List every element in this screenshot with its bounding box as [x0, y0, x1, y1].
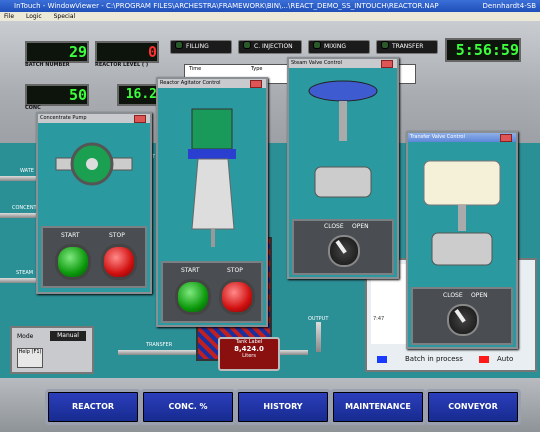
- steam-open-label: OPEN: [352, 223, 369, 230]
- indicator-light-icon: [381, 41, 389, 49]
- nav-reactor-button[interactable]: REACTOR: [45, 389, 141, 425]
- batch-legend-swatch: [377, 356, 387, 363]
- menu-file[interactable]: File: [4, 13, 14, 20]
- tank-readout: Tank Label 8,424.0 Liters: [218, 337, 280, 371]
- nav-conveyor-button[interactable]: CONVEYOR: [425, 389, 521, 425]
- transfer-valve-icon: [423, 160, 501, 266]
- menu-bar: File Logic Special: [0, 12, 540, 21]
- water-label: WATE: [20, 168, 34, 174]
- close-icon[interactable]: [381, 60, 393, 68]
- trend-time-label: 7:47: [373, 316, 385, 322]
- reactor-level-label: REACTOR LEVEL ( ): [95, 62, 149, 68]
- agitator-button-box: START STOP: [161, 261, 263, 323]
- pump-stop-label: STOP: [109, 232, 125, 239]
- conc-label: CONC: [25, 105, 41, 111]
- tank-value: 8,424.0: [234, 345, 264, 353]
- auto-legend-swatch: [479, 356, 489, 363]
- pump-stop-button[interactable]: [101, 244, 137, 280]
- transfer-valve-button-box: CLOSE OPEN: [411, 287, 513, 345]
- indicator-light-icon: [243, 41, 251, 49]
- menu-logic[interactable]: Logic: [26, 13, 42, 20]
- pump-icon: [55, 142, 133, 186]
- mode-panel: Mode Manual Help (F1): [10, 326, 94, 374]
- agitator-motor-icon: [188, 108, 236, 247]
- close-icon[interactable]: [500, 134, 512, 142]
- mode-label: Mode: [17, 333, 34, 340]
- indicator-c-injection: C. INJECTION: [238, 40, 302, 54]
- batch-legend-label: Batch in process: [405, 355, 463, 363]
- agitator-start-button[interactable]: [175, 279, 211, 315]
- batch-number-label: BATCH NUMBER: [25, 62, 70, 68]
- window-title: InTouch - WindowViewer - C:\PROGRAM FILE…: [14, 2, 439, 10]
- indicator-transfer: TRANSFER: [376, 40, 438, 54]
- steam-valve-popup[interactable]: Steam Valve Control CLOSE OPEN: [287, 57, 399, 279]
- indicator-mixing: MIXING: [308, 40, 370, 54]
- alarm-header-time: Time: [189, 66, 202, 72]
- indicator-light-icon: [175, 41, 183, 49]
- transfer-open-label: OPEN: [471, 292, 488, 299]
- concentrate-pipe: [0, 213, 40, 218]
- auto-legend-label: Auto: [497, 355, 514, 363]
- steam-valve-dial[interactable]: [328, 235, 360, 267]
- close-icon[interactable]: [250, 80, 262, 88]
- water-pipe: [0, 176, 40, 181]
- agitator-start-label: START: [181, 267, 200, 274]
- nav-history-button[interactable]: HISTORY: [235, 389, 331, 425]
- agitator-stop-label: STOP: [227, 267, 243, 274]
- help-button[interactable]: Help (F1): [17, 348, 43, 368]
- batch-number-display: 29: [25, 41, 89, 63]
- mode-value[interactable]: Manual: [50, 331, 86, 341]
- steam-label: STEAM: [16, 270, 34, 276]
- clock-display: 5:56:59: [445, 38, 521, 62]
- agitator-stop-button[interactable]: [219, 279, 255, 315]
- window-right-text: Dennhardt4-SB: [482, 2, 536, 10]
- reactor-level-display: 0: [95, 41, 159, 63]
- steam-close-label: CLOSE: [324, 223, 344, 230]
- secondary-display: 16.2: [117, 84, 159, 106]
- pump-start-button[interactable]: [55, 244, 91, 280]
- alarm-header-type: Type: [251, 66, 263, 72]
- concentrate-label: CONCENT: [12, 205, 37, 211]
- transfer-label: TRANSFER: [146, 342, 173, 348]
- nav-conc-button[interactable]: CONC. %: [140, 389, 236, 425]
- pump-start-label: START: [61, 232, 80, 239]
- tank-unit: Liters: [242, 353, 256, 359]
- conc-display: 50: [25, 84, 89, 106]
- output-pipe: [316, 322, 321, 352]
- transfer-close-label: CLOSE: [443, 292, 463, 299]
- pump-button-box: START STOP: [41, 226, 147, 288]
- steam-valve-icon: [308, 80, 378, 198]
- window-title-bar: InTouch - WindowViewer - C:\PROGRAM FILE…: [0, 0, 540, 12]
- nav-maintenance-button[interactable]: MAINTENANCE: [330, 389, 426, 425]
- indicator-light-icon: [313, 41, 321, 49]
- reactor-agitator-popup[interactable]: Reactor Agitator Control START STOP: [156, 77, 268, 327]
- indicator-filling: FILLING: [170, 40, 232, 54]
- steam-pipe: [0, 278, 40, 283]
- menu-special[interactable]: Special: [54, 13, 76, 20]
- close-icon[interactable]: [134, 115, 146, 123]
- transfer-valve-popup[interactable]: Transfer Valve Control CLOSE OPEN: [406, 131, 518, 349]
- steam-valve-button-box: CLOSE OPEN: [292, 219, 394, 275]
- transfer-valve-dial[interactable]: [447, 304, 479, 336]
- concentrate-pump-popup[interactable]: Concentrate Pump START STOP: [36, 112, 152, 294]
